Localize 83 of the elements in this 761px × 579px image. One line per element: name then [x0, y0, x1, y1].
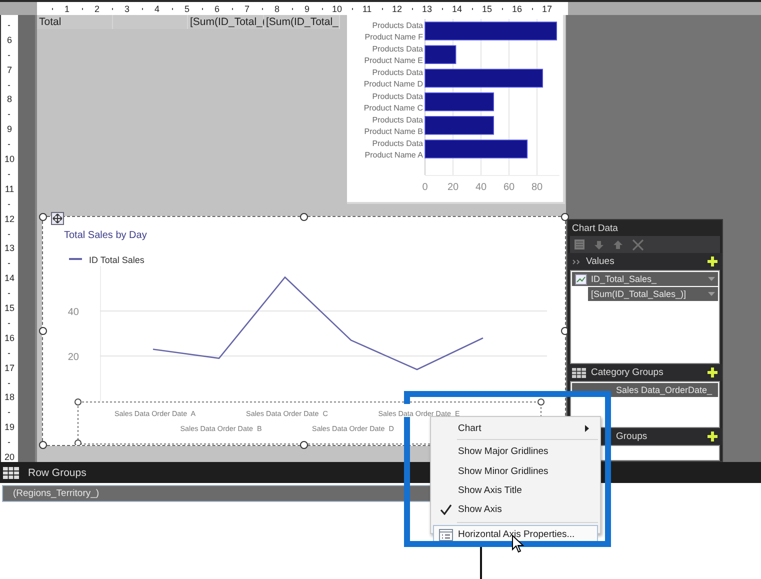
ruler-number: 18: [4, 392, 14, 402]
axis-tick-label: 20: [447, 182, 459, 193]
axis-label: Products Data Product Name C: [364, 92, 423, 112]
ruler-number: 14: [452, 4, 462, 14]
ruler-number: 15: [482, 4, 492, 14]
field-item[interactable]: [Sum(ID_Total_Sales_)]: [588, 287, 718, 301]
axis-label: Products Data Product Name A: [364, 139, 423, 160]
chevrons-icon: [572, 256, 581, 266]
ruler-number: 10: [4, 154, 14, 164]
ruler-number: 13: [4, 243, 14, 254]
line-chart-icon: [575, 274, 587, 284]
properties-icon: [439, 528, 453, 541]
menu-item[interactable]: Show Major Gridlines: [433, 442, 598, 462]
add-icon[interactable]: [707, 256, 718, 267]
axis-tick-label: 60: [503, 182, 515, 193]
ruler-number: 17: [4, 362, 14, 373]
ruler-number: 5: [184, 4, 190, 14]
axis-label: Products Data Product Name F: [364, 21, 423, 42]
table-cell: [Sum(ID_Total_: [264, 15, 340, 29]
table-cell: [Sum(ID_Total_(: [188, 15, 264, 29]
axis-tick-label: 40: [475, 182, 487, 193]
bar: [424, 116, 494, 135]
menu-item[interactable]: Show Minor Gridlines: [433, 461, 598, 481]
ruler-number: 6: [214, 4, 220, 14]
ruler-number: 6: [6, 34, 12, 45]
ruler-number: 8: [274, 4, 280, 14]
ruler-number: 20: [4, 452, 14, 462]
ruler-number: 16: [512, 4, 522, 14]
axis-tick-label: 40: [68, 307, 79, 318]
ruler-number: 7: [244, 4, 250, 14]
ruler-number: 11: [362, 4, 372, 14]
ruler-number: 11: [4, 184, 14, 194]
bar: [424, 45, 456, 64]
ruler-number: 1: [64, 4, 70, 14]
section-title: Category Groups: [591, 367, 664, 378]
table-cell: Total: [37, 15, 188, 29]
ruler-number: 2: [94, 4, 100, 14]
menu-item[interactable]: Show Axis: [433, 500, 598, 520]
axis-label: Products Data Product Name E: [364, 44, 423, 66]
add-icon[interactable]: [707, 431, 718, 442]
panel-title: Row Groups: [28, 466, 86, 478]
axis-selection-box[interactable]: [74, 398, 544, 445]
ruler-number: 16: [4, 332, 14, 343]
panel-title: Chart Data: [571, 222, 619, 236]
ruler-number: 8: [6, 94, 12, 104]
ruler-number: 3: [124, 4, 130, 14]
add-icon[interactable]: [707, 367, 718, 378]
menu-item[interactable]: Chart: [433, 419, 598, 437]
ruler-number: 7: [6, 64, 12, 75]
resize-handle[interactable]: [561, 213, 569, 221]
ruler-number: 9: [304, 4, 310, 14]
field-item[interactable]: ID_Total_Sales_: [572, 272, 718, 286]
ruler-number: 10: [332, 4, 342, 14]
ruler-number: 17: [542, 4, 552, 14]
ruler-number: 12: [4, 214, 14, 224]
ruler-number: 13: [422, 4, 432, 14]
submenu-arrow-icon: [585, 424, 589, 432]
bar: [424, 92, 494, 112]
grid-icon: [3, 466, 19, 478]
ruler-number: 15: [4, 303, 14, 314]
ruler-number: 9: [6, 124, 12, 134]
legend-label: ID Total Sales: [89, 255, 144, 265]
properties-icon[interactable]: [574, 239, 585, 250]
axis-tick-label: 80: [531, 182, 543, 193]
axis-tick-label: 20: [68, 352, 79, 363]
ruler-corner: [0, 2, 37, 15]
grid-icon: [572, 368, 586, 378]
chart-title: Total Sales by Day: [64, 230, 147, 241]
resize-handle[interactable]: [39, 213, 47, 221]
ruler-number: 4: [154, 4, 160, 14]
axis-label: Products Data Product Name B: [364, 115, 423, 136]
resize-handle[interactable]: [39, 327, 47, 335]
resize-handle[interactable]: [39, 441, 47, 449]
resize-handle[interactable]: [300, 213, 308, 221]
ruler-number: 12: [392, 4, 402, 14]
axis-tick-label: 0: [422, 182, 428, 193]
resize-handle[interactable]: [300, 441, 308, 449]
section-title: Values: [586, 256, 616, 267]
axis-label: Products Data Product Name D: [364, 68, 423, 89]
move-icon[interactable]: [51, 212, 64, 225]
ruler-number: 19: [4, 422, 14, 432]
section-title: Groups: [615, 431, 648, 442]
ruler-number: 14: [4, 273, 14, 284]
